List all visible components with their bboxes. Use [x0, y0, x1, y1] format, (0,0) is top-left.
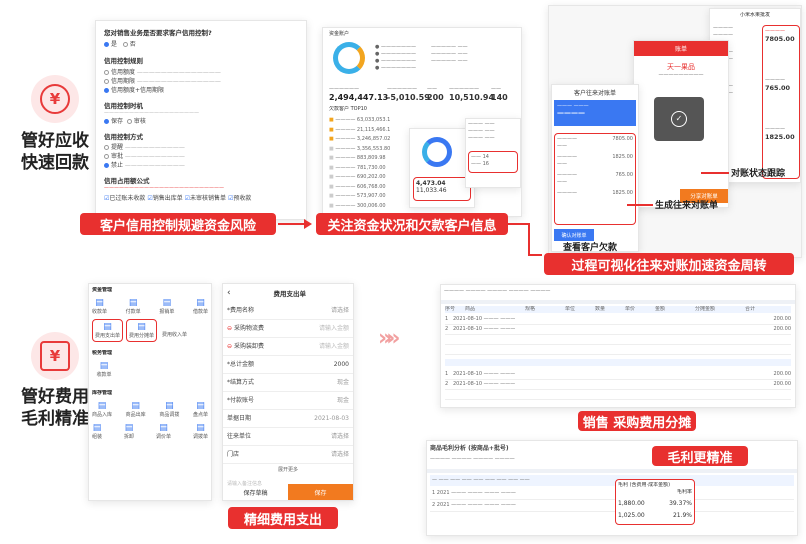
expense-form-panel: ‹ 费用支出单 *费用名称 请选择 ⊖ 采购物流费 请输入金额 ⊖ 采购装卸费 请输入… [222, 283, 354, 501]
menu-stock-in[interactable]: ▤ 商品入库 [92, 401, 112, 418]
table-row: 1 2021-08-10 ——— ——— 200.00 [445, 315, 791, 325]
label-generate-statement: 生成往来对账单 [655, 201, 719, 211]
menu-stock-out[interactable]: ▤ 商品出库 [126, 401, 146, 418]
save-button[interactable]: 保存 [288, 484, 353, 500]
caption-funds-status: 关注资金状况和欠款客户信息 [316, 213, 508, 235]
section2-icon: ¥ [31, 332, 79, 380]
menu-expense-out[interactable]: ▤ 费用支出单 [92, 319, 124, 342]
arrow-right-icon [304, 219, 312, 229]
section1-icon: ¥ [31, 75, 79, 123]
menu-loan[interactable]: ▤ 借款单 [193, 298, 208, 315]
credit-formula-label: 信用占用额公式 [104, 177, 150, 185]
menu-receipt[interactable]: ▤ 收款单 [92, 298, 107, 315]
table-row: 2 2021-08-10 ——— ——— 200.00 [445, 325, 791, 335]
caption-reconcile: 过程可视化往来对账加速资金周转 [544, 253, 794, 275]
amount-1: 7805.00 [765, 35, 795, 43]
credit-method-label: 信用控制方式 [104, 133, 143, 141]
menu-expense-allocate[interactable]: ▤ 费用分摊单 [126, 319, 158, 342]
menu-reimburse[interactable]: ▤ 报销单 [159, 298, 174, 315]
debtor-list-title: 欠款客户 TOP10 [329, 106, 367, 112]
caption-allocate: 销售 采购费用分摊 [578, 411, 696, 431]
caption-expense: 精细费用支出 [228, 507, 338, 529]
confirm-dialog: ✓ [654, 97, 704, 141]
label-view-debt: 查看客户欠款 [563, 243, 618, 253]
credit-rule-label: 信用控制规则 [104, 57, 143, 65]
amount-3: 1825.00 [765, 133, 795, 141]
label-status-tracking: 对账状态跟踪 [731, 169, 786, 179]
reconcile-panel: 小米水果批发 ———————— ———————— ———————— ———— 7… [548, 5, 802, 258]
radio-no[interactable] [122, 42, 128, 47]
debtor-list: ■ ———— 63,033,053.1 ■ ———— 21,115,466.1 … [329, 117, 391, 209]
radio-yes[interactable] [104, 42, 109, 47]
chevron-right-icon: »» [378, 326, 401, 351]
margin-highlight: 毛利 (含费用·成本金额) 毛利率 1,880.00 39.37% 1,025.0… [615, 479, 695, 525]
radio-credit-both[interactable] [104, 88, 109, 93]
menu-panel: 资金管理 ▤ 收款单 ▤ 付款单 ▤ 报销单 ▤ 借款单 ▤ 费用支出单 ▤ 费用分摊单 费… [88, 283, 212, 501]
credit-question: 您对销售业务是否要求客户信用控制? [104, 29, 212, 37]
menu-transfer[interactable]: ▤ 商品调拨 [159, 401, 179, 418]
phone-customer-debt: 客户往来对账单 ——— ——— ———— ———— 7805.00 —— ————… [551, 84, 639, 252]
expand-more-link[interactable]: 展开更多 [223, 464, 353, 477]
credit-control-panel: 您对销售业务是否要求客户信用控制? 是 否 信用控制规则 信用额度 ——————… [95, 20, 307, 220]
menu-expense-in[interactable]: 费用收入单 [160, 319, 189, 342]
expense-form-title: 费用支出单 [273, 290, 307, 298]
menu-stocktake[interactable]: ▤ 盘点单 [193, 401, 208, 418]
funds-dashboard-panel: 资金账户 ● ——————— ● ——————— ● ——————— ● ———… [322, 27, 522, 217]
funds-total: 2,494,447.13 [329, 93, 389, 102]
menu-disassemble[interactable]: ▤ 拆卸 [124, 423, 134, 440]
menu-tax[interactable]: ▤ 收款单 [92, 361, 116, 378]
allocation-table-panel: ———— ———— ———— ———— ———— 序号 商品 规格 单位 数量 … [440, 284, 796, 408]
caption-margin: 毛利更精准 [652, 446, 748, 466]
section1-title: 管好应收 快速回款 [21, 131, 89, 173]
menu-price-adjust[interactable]: ▤ 调价单 [156, 423, 171, 440]
yen-box-icon: ¥ [40, 341, 70, 371]
menu-allot[interactable]: ▤ 调拨单 [193, 423, 208, 440]
phone-statement: 账单 天一果品 ————————— ✓ 分享对账单 [633, 40, 729, 208]
funds-overlay-list: ——— —— ——— —— ——— —— —— 14 —— 16 [465, 118, 521, 188]
save-draft-button[interactable]: 保存草稿 [223, 484, 288, 500]
amount-2: 765.00 [765, 84, 791, 92]
funds-donut-chart [333, 42, 365, 74]
yen-coin-icon: ¥ [40, 84, 70, 114]
credit-timing-label: 信用控制时机 [104, 102, 143, 110]
total-amount: 2000 [333, 361, 349, 368]
caption-credit-control: 客户信用控制规避资金风险 [80, 213, 276, 235]
debt-list-highlight: ———— 7805.00 —— ———— 1825.00 —— ———— 765… [554, 133, 636, 225]
menu-payment[interactable]: ▤ 付款单 [126, 298, 141, 315]
menu-assemble[interactable]: ▤ 组装 [92, 423, 102, 440]
